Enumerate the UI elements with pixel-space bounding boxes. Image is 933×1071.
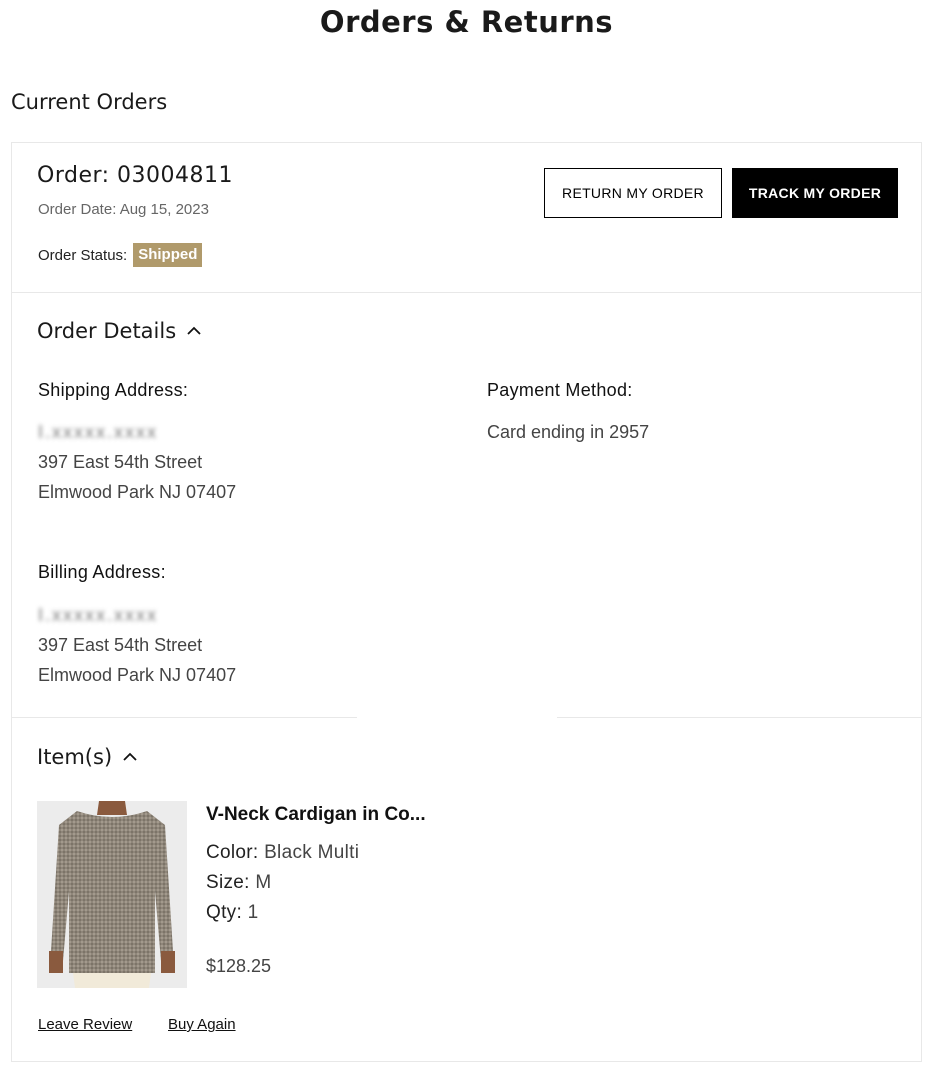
billing-address-label: Billing Address: — [38, 562, 166, 582]
page-title: Orders & Returns — [319, 5, 614, 39]
billing-city: Elmwood Park NJ 07407 — [38, 665, 237, 685]
billing-street: 397 East 54th Street — [38, 635, 203, 655]
order-number: Order: 03004811 — [37, 163, 234, 188]
sweater-product-photo — [37, 801, 187, 988]
status-badge: Shipped — [133, 243, 203, 267]
payment-method-label: Payment Method: — [487, 380, 633, 400]
shipping-street: 397 East 54th Street — [38, 452, 203, 472]
track-order-button[interactable]: TRACK MY ORDER — [732, 168, 898, 218]
item-size-label: Size: — [206, 872, 250, 893]
order-status-label: Order Status: — [38, 246, 128, 264]
payment-method-value: Card ending in 2957 — [487, 422, 650, 442]
items-toggle[interactable]: Item(s) — [37, 743, 138, 771]
order-date: Order Date: Aug 15, 2023 — [38, 201, 209, 218]
item-color-value: Black Multi — [264, 842, 360, 863]
items-title: Item(s) — [37, 745, 113, 769]
order-header: Order: 03004811 Order Date: Aug 15, 2023… — [12, 143, 921, 293]
product-image[interactable] — [37, 801, 187, 988]
order-details-section: Order Details Shipping Address: I.xxxxx.… — [12, 292, 921, 718]
item-size-value: M — [255, 872, 272, 893]
item-color-label: Color: — [206, 842, 259, 863]
order-details-title: Order Details — [37, 319, 177, 343]
item-color: Color: Black Multi — [206, 842, 359, 864]
item-qty-value: 1 — [247, 902, 259, 923]
leave-review-link[interactable]: Leave Review — [38, 1016, 132, 1033]
order-status: Order Status: Shipped — [38, 243, 203, 267]
shipping-city: Elmwood Park NJ 07407 — [38, 482, 237, 502]
items-section: Item(s) V-Neck Cardigan in Co... Color: … — [12, 718, 921, 1061]
current-orders-heading: Current Orders — [11, 90, 168, 114]
order-details-toggle[interactable]: Order Details — [37, 317, 202, 345]
item-qty-label: Qty: — [206, 902, 243, 923]
chevron-up-icon — [123, 752, 137, 761]
order-card: Order: 03004811 Order Date: Aug 15, 2023… — [11, 142, 922, 1062]
item-price: $128.25 — [206, 956, 272, 976]
chevron-up-icon — [187, 326, 201, 335]
return-order-button[interactable]: RETURN MY ORDER — [544, 168, 722, 218]
item-qty: Qty: 1 — [206, 902, 259, 924]
shipping-address-label: Shipping Address: — [38, 380, 189, 400]
item-name[interactable]: V-Neck Cardigan in Co... — [206, 804, 426, 826]
billing-name-redacted: I.xxxxx.xxxx — [38, 605, 159, 625]
shipping-name-redacted: I.xxxxx.xxxx — [38, 422, 159, 442]
buy-again-link[interactable]: Buy Again — [168, 1016, 236, 1033]
item-size: Size: M — [206, 872, 271, 894]
